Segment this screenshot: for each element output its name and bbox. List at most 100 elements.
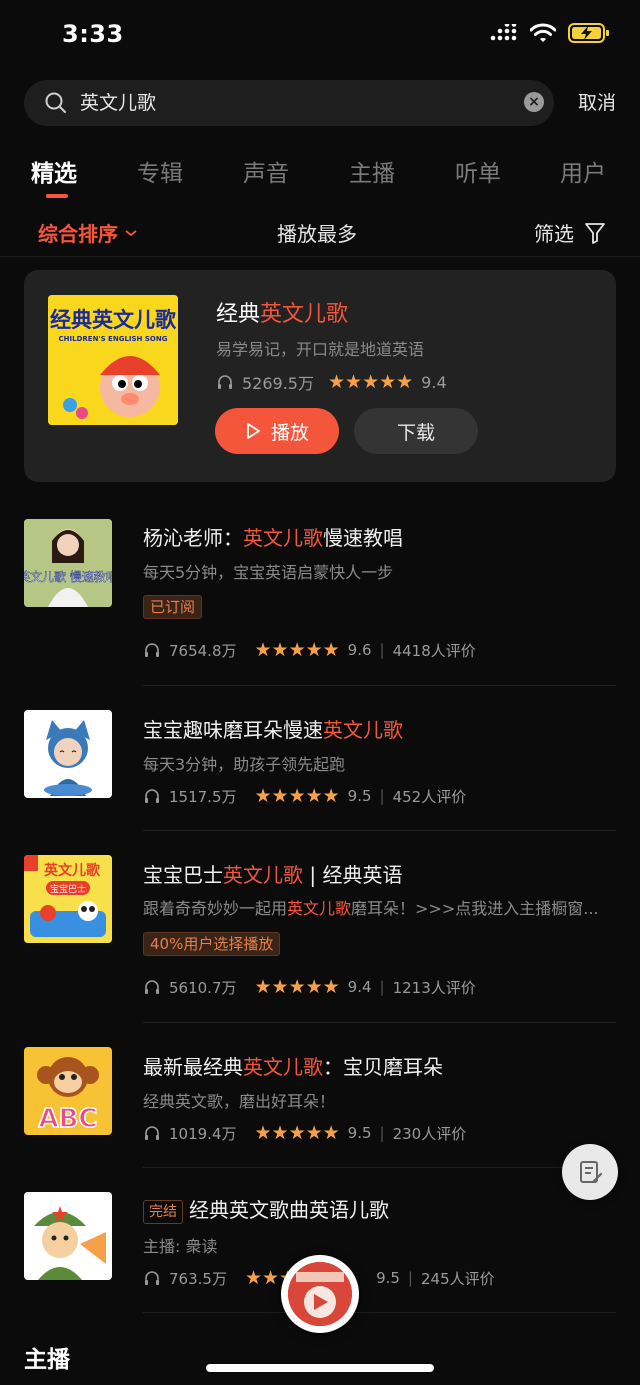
tab-sounds[interactable]: 声音 xyxy=(243,154,289,188)
now-playing-artwork xyxy=(288,1262,352,1326)
subtitle-suffix: 磨耳朵！>>>点我进入主播橱窗... xyxy=(351,899,599,918)
album-cover[interactable] xyxy=(24,1192,112,1280)
wifi-icon xyxy=(530,23,556,42)
cover-illustration: 经典英文儿歌 CHILDREN'S ENGLISH SONG xyxy=(48,295,178,425)
rating-stars: ★★★★★ xyxy=(254,976,340,998)
search-box[interactable]: × xyxy=(24,80,554,126)
album-title[interactable]: 杨沁老师：英文儿歌慢速教唱 xyxy=(143,522,403,551)
play-count: 1517.5万 xyxy=(169,787,237,806)
battery-charging-icon xyxy=(568,23,609,43)
album-cover[interactable]: ABC xyxy=(24,1047,112,1135)
play-button-label: 播放 xyxy=(270,421,309,444)
cover-text: 英文儿歌 慢速教唱 xyxy=(24,569,112,584)
album-title-prefix: 杨沁老师： xyxy=(143,526,243,550)
separator: | xyxy=(407,1269,413,1287)
section-heading-anchors: 主播 xyxy=(24,1347,70,1373)
album-title[interactable]: 最新最经典英文儿歌：宝贝磨耳朵 xyxy=(143,1051,443,1080)
album-cover[interactable]: 英文儿歌 宝宝巴士 xyxy=(24,855,112,943)
album-subtitle: 每天5分钟，宝宝英语启蒙快人一步 xyxy=(143,563,394,582)
rating-score: 9.5 xyxy=(376,1269,400,1287)
album-title-prefix: 最新最经典 xyxy=(143,1055,243,1079)
rating-score: 9.6 xyxy=(347,641,372,659)
sort-dropdown[interactable]: 综合排序 xyxy=(38,218,138,247)
review-count: 230人评价 xyxy=(392,1124,467,1143)
subtitle-highlight: 英文儿歌 xyxy=(287,899,352,918)
clear-search-icon[interactable]: × xyxy=(524,92,544,112)
album-title-highlight: 英文儿歌 xyxy=(243,526,323,550)
play-count: 5269.5万 xyxy=(242,374,314,393)
headphones-icon xyxy=(145,980,159,994)
album-title[interactable]: 宝宝巴士英文儿歌 | 经典英语 xyxy=(143,859,402,888)
search-input[interactable] xyxy=(80,80,500,126)
tab-featured[interactable]: 精选 xyxy=(31,154,77,188)
mini-player-button[interactable] xyxy=(281,1255,359,1333)
album-title[interactable]: 宝宝趣味磨耳朵慢速英文儿歌 xyxy=(143,714,403,743)
filter-funnel-icon xyxy=(585,222,605,244)
featured-album-cover[interactable]: 经典英文儿歌 CHILDREN'S ENGLISH SONG xyxy=(48,295,178,425)
rating-score: 9.5 xyxy=(347,1124,372,1142)
tab-albums[interactable]: 专辑 xyxy=(137,154,183,188)
cover-subtext: 宝宝巴士 xyxy=(50,883,86,895)
rating-stars: ★★★★★ xyxy=(254,785,340,807)
filter-button[interactable]: 筛选 xyxy=(534,218,606,247)
floating-notes-button[interactable] xyxy=(562,1144,618,1200)
headphones-icon xyxy=(218,375,232,389)
cellular-signal-icon xyxy=(490,24,517,41)
cover-illustration: ABC xyxy=(24,1047,112,1135)
album-meta: 1517.5万 ★★★★★ 9.5 | 452人评价 xyxy=(143,785,466,807)
review-count: 4418人评价 xyxy=(392,641,476,660)
divider xyxy=(143,830,616,831)
featured-album-subtitle: 易学易记，开口就是地道英语 xyxy=(216,340,425,359)
divider xyxy=(143,1167,616,1168)
mini-player-cover xyxy=(288,1262,352,1326)
album-title-highlight: 英文儿歌 xyxy=(243,1055,323,1079)
album-cover[interactable] xyxy=(24,710,112,798)
album-anchor: 主播: 衆读 xyxy=(143,1237,218,1256)
album-title-suffix: | 经典英语 xyxy=(303,863,403,887)
review-count: 1213人评价 xyxy=(392,978,476,997)
album-title-suffix: ：宝贝磨耳朵 xyxy=(323,1055,443,1079)
featured-album-card[interactable]: 经典英文儿歌 CHILDREN'S ENGLISH SONG 经典英文儿歌 易学… xyxy=(24,270,616,482)
sort-most-played[interactable]: 播放最多 xyxy=(277,218,357,247)
play-count: 1019.4万 xyxy=(169,1124,237,1143)
album-meta: 5610.7万 ★★★★★ 9.4 | 1213人评价 xyxy=(143,976,476,998)
status-bar: 3:33 xyxy=(0,0,640,70)
separator: | xyxy=(379,978,385,996)
album-meta: 1019.4万 ★★★★★ 9.5 | 230人评价 xyxy=(143,1122,466,1144)
headphones-icon xyxy=(145,643,159,657)
subtitle-prefix: 跟着奇奇妙妙一起用 xyxy=(143,899,288,918)
album-title-suffix: 慢速教唱 xyxy=(323,526,403,550)
album-title-highlight: 英文儿歌 xyxy=(323,718,403,742)
play-button[interactable]: 播放 xyxy=(215,408,339,454)
cover-illustration xyxy=(24,1192,112,1280)
featured-album-title[interactable]: 经典英文儿歌 xyxy=(216,296,348,328)
divider xyxy=(143,1312,616,1313)
album-cover[interactable]: 英文儿歌 慢速教唱 xyxy=(24,519,112,607)
play-count: 7654.8万 xyxy=(169,641,237,660)
cover-illustration xyxy=(24,710,112,798)
cancel-button[interactable]: 取消 xyxy=(578,80,616,126)
tab-playlists[interactable]: 听单 xyxy=(455,154,501,188)
divider xyxy=(143,685,616,686)
download-button[interactable]: 下载 xyxy=(354,408,478,454)
active-tab-indicator xyxy=(46,194,68,198)
subscribed-badge: 已订阅 xyxy=(143,595,203,619)
result-tabs: 精选 专辑 声音 主播 听单 用户 xyxy=(0,154,640,198)
album-subtitle: 经典英文歌，磨出好耳朵！ xyxy=(143,1092,336,1111)
featured-title-highlight: 英文儿歌 xyxy=(260,302,349,327)
review-count: 245人评价 xyxy=(420,1269,495,1288)
popularity-badge: 40%用户选择播放 xyxy=(143,932,281,956)
tab-users[interactable]: 用户 xyxy=(560,154,606,188)
album-title[interactable]: 完结 经典英文歌曲英语儿歌 xyxy=(143,1194,389,1224)
featured-title-prefix: 经典 xyxy=(216,302,261,327)
album-meta: 7654.8万 ★★★★★ 9.6 | 4418人评价 xyxy=(143,639,476,661)
cover-text: ABC xyxy=(38,1104,97,1134)
tab-anchors[interactable]: 主播 xyxy=(349,154,395,188)
rating-score: 9.4 xyxy=(421,372,447,392)
separator: | xyxy=(379,1124,385,1142)
status-time: 3:33 xyxy=(62,20,124,48)
search-bar: × 取消 xyxy=(24,80,616,126)
status-indicators xyxy=(490,22,610,44)
play-icon xyxy=(247,423,260,439)
filter-label: 筛选 xyxy=(534,222,574,246)
